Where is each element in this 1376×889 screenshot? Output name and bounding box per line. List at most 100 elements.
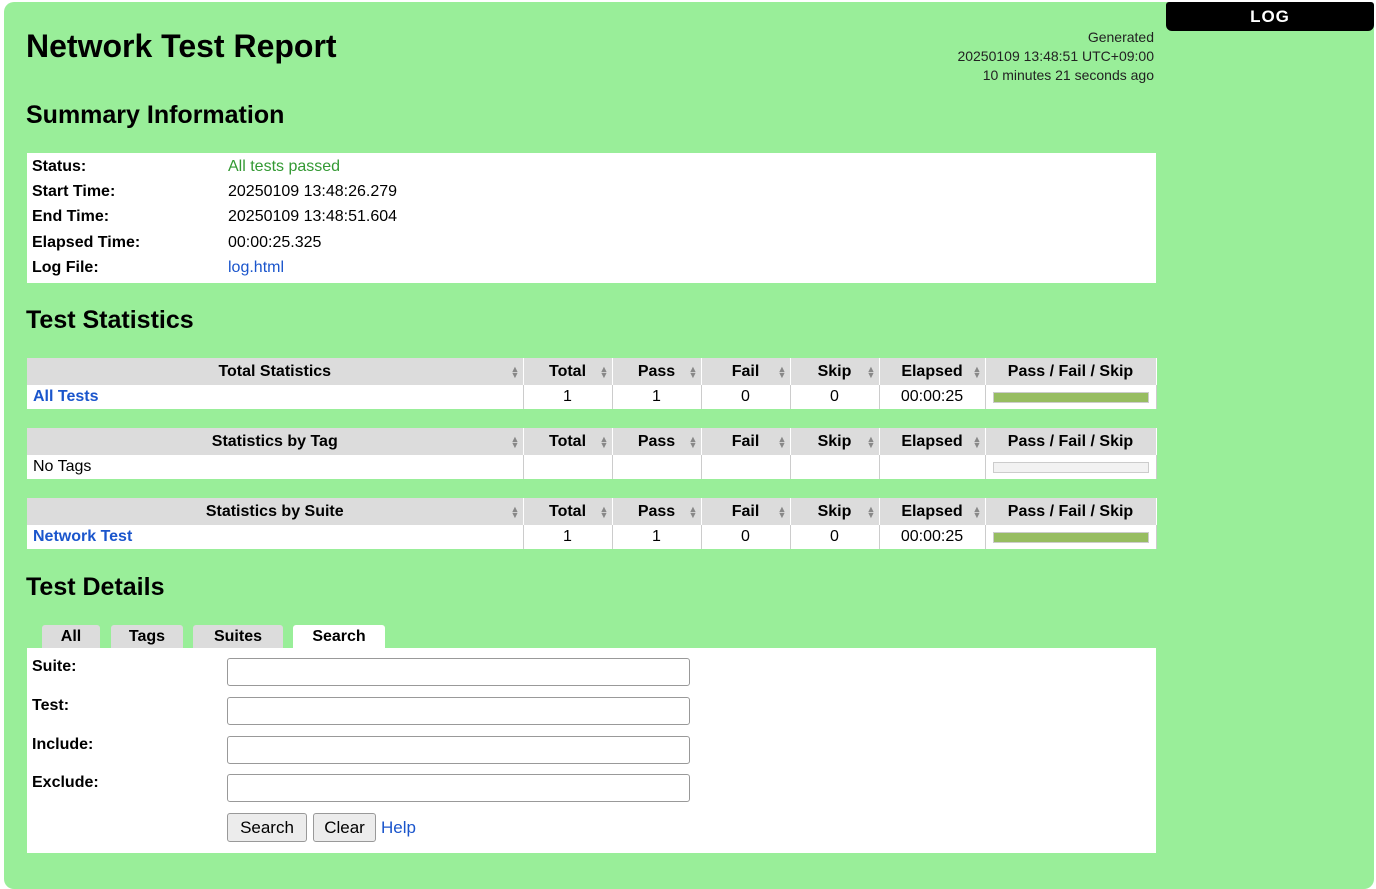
sort-icon: ▲ ▼ xyxy=(866,504,876,520)
exclude-label: Exclude: xyxy=(32,774,99,791)
generated-ago: 10 minutes 21 seconds ago xyxy=(982,67,1154,83)
test-label: Test: xyxy=(32,697,70,714)
column-skip-header[interactable]: Skip ▲ ▼ xyxy=(790,498,880,525)
sort-icon: ▲ ▼ xyxy=(972,504,982,520)
include-input[interactable] xyxy=(227,736,690,764)
generated-time: 20250109 13:48:51 UTC+09:00 xyxy=(957,48,1154,64)
tab-tags[interactable]: Tags xyxy=(111,625,183,648)
generated-info: Generated 20250109 13:48:51 UTC+09:00 10… xyxy=(957,28,1154,85)
elapsed-time-value: 00:00:25.325 xyxy=(228,234,322,251)
sort-icon: ▲ ▼ xyxy=(599,434,609,450)
sort-icon: ▲ ▼ xyxy=(777,364,787,380)
statistics-heading: Test Statistics xyxy=(26,306,194,334)
total-count: 1 xyxy=(523,385,613,409)
log-file-link[interactable]: log.html xyxy=(228,259,284,277)
table-row: All Tests 1 1 0 0 00:00:25 xyxy=(27,385,1157,409)
total-count: 1 xyxy=(523,525,613,549)
summary-row-end-time: End Time: 20250109 13:48:51.604 xyxy=(32,208,1132,232)
pass-fail-skip-graph xyxy=(992,391,1149,403)
sort-icon: ▲ ▼ xyxy=(599,504,609,520)
summary-row-start-time: Start Time: 20250109 13:48:26.279 xyxy=(32,183,1132,207)
start-time-value: 20250109 13:48:26.279 xyxy=(228,183,398,200)
empty-graph xyxy=(992,461,1149,473)
network-test-suite-link[interactable]: Network Test xyxy=(33,528,132,545)
sort-icon: ▲ ▼ xyxy=(972,434,982,450)
pass-bar xyxy=(993,392,1148,402)
table-row: No Tags xyxy=(27,455,1157,479)
sort-icon: ▲ ▼ xyxy=(777,504,787,520)
skip-count: 0 xyxy=(790,525,880,549)
total-statistics-header[interactable]: Total Statistics ▲ ▼ xyxy=(27,358,524,385)
exclude-input[interactable] xyxy=(227,774,690,802)
pass-fail-skip-graph xyxy=(992,531,1149,543)
elapsed-time-label: Elapsed Time: xyxy=(32,234,141,251)
suite-statistics-table: Statistics by Suite ▲ ▼ Total ▲ ▼ Pass ▲ ▼ Fai… xyxy=(27,498,1157,549)
sort-icon: ▲ ▼ xyxy=(972,364,982,380)
sort-icon: ▲ ▼ xyxy=(866,434,876,450)
search-panel: Suite: Test: Include: Exclude: Search Cl… xyxy=(27,648,1156,853)
suite-label: Suite: xyxy=(32,658,77,675)
end-time-label: End Time: xyxy=(32,208,110,225)
skip-count: 0 xyxy=(790,385,880,409)
column-pass-header[interactable]: Pass ▲ ▼ xyxy=(612,428,702,455)
column-total-header[interactable]: Total ▲ ▼ xyxy=(523,498,613,525)
tab-all[interactable]: All xyxy=(42,625,100,648)
test-input[interactable] xyxy=(227,697,690,725)
suite-statistics-header[interactable]: Statistics by Suite ▲ ▼ xyxy=(27,498,524,525)
summary-table: Status: All tests passed Start Time: 202… xyxy=(27,153,1156,283)
column-graph-header: Pass / Fail / Skip xyxy=(985,428,1157,455)
sort-icon: ▲ ▼ xyxy=(688,364,698,380)
status-label: Status: xyxy=(32,158,87,175)
column-elapsed-header[interactable]: Elapsed ▲ ▼ xyxy=(879,358,986,385)
column-fail-header[interactable]: Fail ▲ ▼ xyxy=(701,498,791,525)
tag-statistics-table: Statistics by Tag ▲ ▼ Total ▲ ▼ Pass ▲ ▼ Fail ▲… xyxy=(27,428,1157,479)
column-elapsed-header[interactable]: Elapsed ▲ ▼ xyxy=(879,428,986,455)
column-fail-header[interactable]: Fail ▲ ▼ xyxy=(701,358,791,385)
status-value: All tests passed xyxy=(228,158,341,175)
column-graph-header: Pass / Fail / Skip xyxy=(985,498,1157,525)
sort-icon: ▲ ▼ xyxy=(777,434,787,450)
column-skip-header[interactable]: Skip ▲ ▼ xyxy=(790,428,880,455)
include-label: Include: xyxy=(32,736,94,753)
sort-icon: ▲ ▼ xyxy=(510,364,520,380)
start-time-label: Start Time: xyxy=(32,183,116,200)
suite-input[interactable] xyxy=(227,658,690,686)
all-tests-link[interactable]: All Tests xyxy=(33,388,99,405)
sort-icon: ▲ ▼ xyxy=(510,504,520,520)
tab-suites[interactable]: Suites xyxy=(193,625,283,648)
fail-count: 0 xyxy=(701,385,791,409)
tag-statistics-header[interactable]: Statistics by Tag ▲ ▼ xyxy=(27,428,524,455)
column-skip-header[interactable]: Skip ▲ ▼ xyxy=(790,358,880,385)
elapsed-value: 00:00:25 xyxy=(879,525,986,549)
pass-count: 1 xyxy=(612,525,702,549)
column-elapsed-header[interactable]: Elapsed ▲ ▼ xyxy=(879,498,986,525)
pass-count: 1 xyxy=(612,385,702,409)
sort-icon: ▲ ▼ xyxy=(688,434,698,450)
sort-icon: ▲ ▼ xyxy=(688,504,698,520)
pass-bar xyxy=(993,532,1148,542)
column-graph-header: Pass / Fail / Skip xyxy=(985,358,1157,385)
log-tab-button[interactable]: LOG xyxy=(1166,2,1374,31)
clear-button[interactable]: Clear xyxy=(313,813,376,842)
sort-icon: ▲ ▼ xyxy=(599,364,609,380)
help-link[interactable]: Help xyxy=(381,818,416,838)
table-row: Network Test 1 1 0 0 00:00:25 xyxy=(27,525,1157,549)
summary-heading: Summary Information xyxy=(26,101,285,129)
column-pass-header[interactable]: Pass ▲ ▼ xyxy=(612,358,702,385)
generated-label: Generated xyxy=(1087,29,1154,45)
end-time-value: 20250109 13:48:51.604 xyxy=(228,208,398,225)
details-heading: Test Details xyxy=(26,573,165,601)
no-tags-text: No Tags xyxy=(27,455,524,479)
column-total-header[interactable]: Total ▲ ▼ xyxy=(523,428,613,455)
total-statistics-table: Total Statistics ▲ ▼ Total ▲ ▼ Pass ▲ ▼ Fail ▲ ▼… xyxy=(27,358,1157,409)
tab-search[interactable]: Search xyxy=(293,625,385,648)
summary-row-status: Status: All tests passed xyxy=(32,158,1132,182)
search-button[interactable]: Search xyxy=(227,813,307,842)
summary-row-elapsed-time: Elapsed Time: 00:00:25.325 xyxy=(32,234,1132,258)
page-title: Network Test Report xyxy=(26,28,337,64)
column-pass-header[interactable]: Pass ▲ ▼ xyxy=(612,498,702,525)
column-total-header[interactable]: Total ▲ ▼ xyxy=(523,358,613,385)
log-file-label: Log File: xyxy=(32,259,99,276)
sort-icon: ▲ ▼ xyxy=(510,434,520,450)
column-fail-header[interactable]: Fail ▲ ▼ xyxy=(701,428,791,455)
